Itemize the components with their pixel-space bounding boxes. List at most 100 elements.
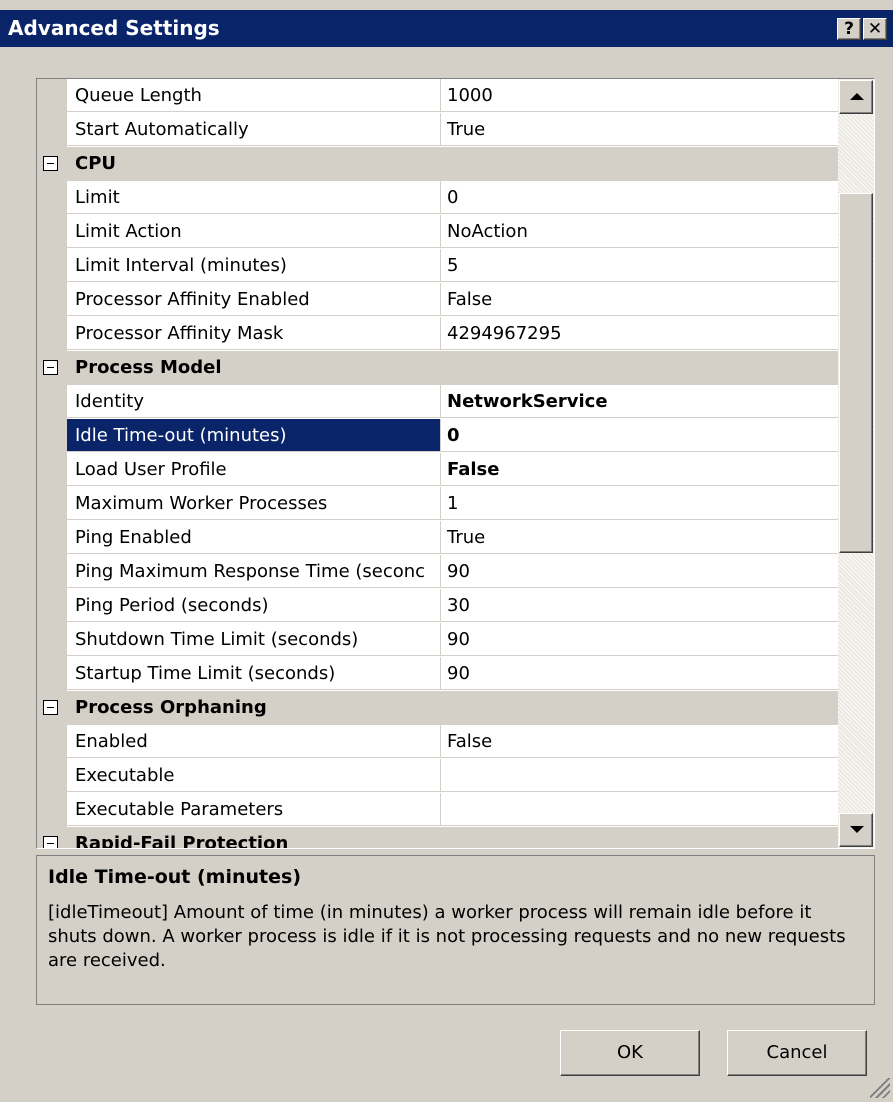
property-row[interactable]: Executable Parameters <box>37 793 838 827</box>
property-name: Queue Length <box>67 79 441 112</box>
property-value[interactable]: NetworkService <box>441 385 838 418</box>
ok-button[interactable]: OK <box>560 1030 700 1076</box>
arrow-up-icon <box>850 93 864 100</box>
property-name: Maximum Worker Processes <box>67 487 441 520</box>
collapse-icon[interactable] <box>43 836 58 848</box>
property-value[interactable]: 5 <box>441 249 838 282</box>
row-gutter <box>37 249 67 283</box>
property-row[interactable]: Executable <box>37 759 838 793</box>
category-row[interactable]: Rapid-Fail Protection <box>37 827 838 849</box>
row-gutter <box>37 317 67 351</box>
property-row[interactable]: Start Automatically True <box>37 113 838 147</box>
row-gutter <box>37 589 67 623</box>
resize-grip-icon[interactable] <box>870 1078 890 1098</box>
property-name: Identity <box>67 385 441 418</box>
property-value[interactable]: 90 <box>441 657 838 690</box>
property-name: Ping Period (seconds) <box>67 589 441 622</box>
property-name: Idle Time-out (minutes) <box>67 419 441 452</box>
property-name: Executable <box>67 759 441 792</box>
row-gutter <box>37 79 67 113</box>
row-gutter <box>37 725 67 759</box>
property-name: Limit Action <box>67 215 441 248</box>
property-name: Limit Interval (minutes) <box>67 249 441 282</box>
scrollbar-thumb[interactable] <box>839 193 873 553</box>
help-icon: ? <box>844 19 854 39</box>
vertical-scrollbar[interactable] <box>838 79 874 848</box>
property-row[interactable]: Enabled False <box>37 725 838 759</box>
property-name: Ping Maximum Response Time (seconc <box>67 555 441 588</box>
property-row[interactable]: Limit 0 <box>37 181 838 215</box>
property-name: Load User Profile <box>67 453 441 486</box>
property-value[interactable]: 1000 <box>441 79 838 112</box>
property-value[interactable]: NoAction <box>441 215 838 248</box>
property-value[interactable]: 4294967295 <box>441 317 838 350</box>
property-name: Executable Parameters <box>67 793 441 826</box>
property-value[interactable]: True <box>441 113 838 146</box>
category-label: Process Orphaning <box>75 697 267 718</box>
property-name: Ping Enabled <box>67 521 441 554</box>
collapse-icon[interactable] <box>43 700 58 715</box>
description-text: [idleTimeout] Amount of time (in minutes… <box>48 902 846 971</box>
property-row[interactable]: Limit Action NoAction <box>37 215 838 249</box>
property-value[interactable]: 1 <box>441 487 838 520</box>
property-name: Limit <box>67 181 441 214</box>
row-gutter <box>37 215 67 249</box>
property-grid-rows: Queue Length 1000 Start Automatically True C… <box>37 79 838 849</box>
property-value[interactable]: False <box>441 453 838 486</box>
property-value[interactable] <box>441 759 838 792</box>
property-value[interactable]: 0 <box>441 181 838 214</box>
scroll-down-button[interactable] <box>839 813 873 847</box>
row-gutter <box>37 453 67 487</box>
property-row[interactable]: Load User Profile False <box>37 453 838 487</box>
property-row[interactable]: Ping Enabled True <box>37 521 838 555</box>
property-value[interactable]: False <box>441 283 838 316</box>
collapse-icon[interactable] <box>43 156 58 171</box>
category-label: CPU <box>75 153 117 174</box>
row-gutter <box>37 657 67 691</box>
cancel-button[interactable]: Cancel <box>727 1030 867 1076</box>
property-value[interactable]: False <box>441 725 838 758</box>
property-row[interactable]: Startup Time Limit (seconds) 90 <box>37 657 838 691</box>
arrow-down-icon <box>850 826 864 833</box>
property-value[interactable]: 90 <box>441 555 838 588</box>
property-row[interactable]: Identity NetworkService <box>37 385 838 419</box>
category-row[interactable]: CPU <box>37 147 838 181</box>
property-name: Start Automatically <box>67 113 441 146</box>
property-value[interactable]: 30 <box>441 589 838 622</box>
collapse-icon[interactable] <box>43 360 58 375</box>
property-row[interactable]: Ping Period (seconds) 30 <box>37 589 838 623</box>
row-gutter <box>37 113 67 147</box>
help-button[interactable]: ? <box>837 18 861 40</box>
property-row[interactable]: Shutdown Time Limit (seconds) 90 <box>37 623 838 657</box>
row-gutter <box>37 419 67 453</box>
close-button[interactable]: ✕ <box>863 18 887 40</box>
property-value[interactable] <box>441 793 838 826</box>
row-gutter <box>37 793 67 827</box>
property-row[interactable]: Processor Affinity Enabled False <box>37 283 838 317</box>
property-grid: Queue Length 1000 Start Automatically True C… <box>36 78 875 849</box>
property-row[interactable]: Processor Affinity Mask 4294967295 <box>37 317 838 351</box>
row-gutter <box>37 759 67 793</box>
property-row[interactable]: Maximum Worker Processes 1 <box>37 487 838 521</box>
scroll-up-button[interactable] <box>839 80 873 114</box>
category-label: Rapid-Fail Protection <box>75 833 289 849</box>
row-gutter <box>37 487 67 521</box>
row-gutter <box>37 283 67 317</box>
property-value[interactable]: True <box>441 521 838 554</box>
property-row[interactable]: Ping Maximum Response Time (seconc 90 <box>37 555 838 589</box>
property-row[interactable]: Idle Time-out (minutes) 0 <box>37 419 838 453</box>
close-icon: ✕ <box>867 19 883 39</box>
row-gutter <box>37 181 67 215</box>
window-title: Advanced Settings <box>8 16 220 40</box>
property-row[interactable]: Queue Length 1000 <box>37 79 838 113</box>
property-value[interactable]: 90 <box>441 623 838 656</box>
property-value[interactable]: 0 <box>441 419 838 452</box>
category-row[interactable]: Process Orphaning <box>37 691 838 725</box>
category-row[interactable]: Process Model <box>37 351 838 385</box>
property-name: Shutdown Time Limit (seconds) <box>67 623 441 656</box>
row-gutter <box>37 385 67 419</box>
description-panel: Idle Time-out (minutes) [idleTimeout] Am… <box>36 855 875 1005</box>
property-row[interactable]: Limit Interval (minutes) 5 <box>37 249 838 283</box>
title-bar: Advanced Settings ? ✕ <box>0 10 893 47</box>
row-gutter <box>37 521 67 555</box>
